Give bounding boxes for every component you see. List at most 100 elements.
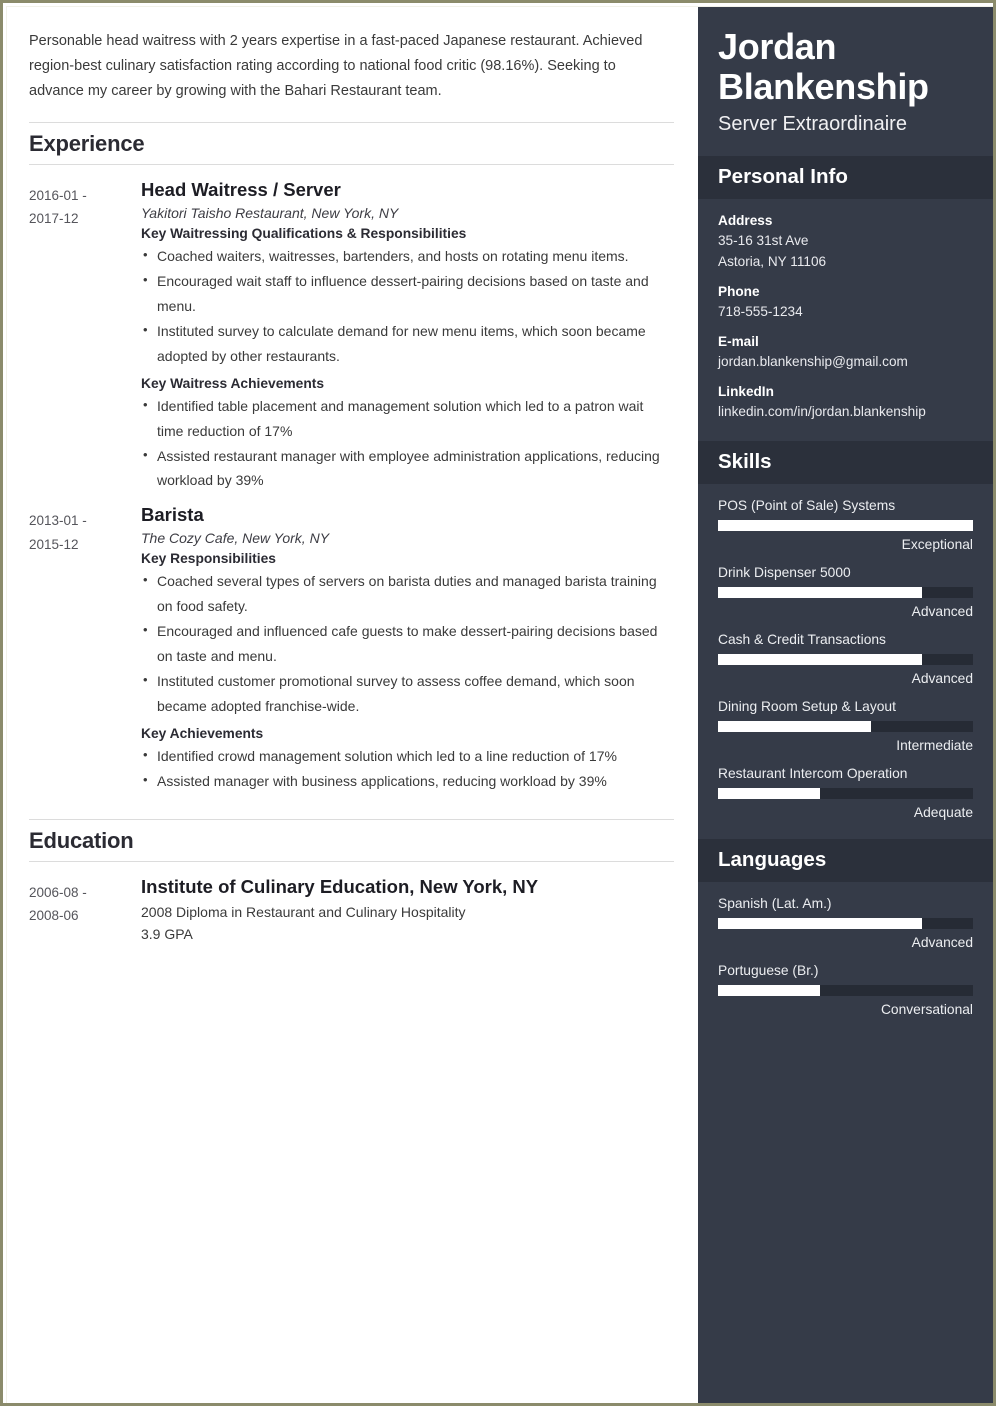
date-to: 2008-06: [29, 907, 79, 923]
skill-meter-fill: [718, 720, 871, 732]
language-level: Advanced: [911, 934, 973, 950]
job-bullet-list: Coached waiters, waitresses, bartenders,…: [141, 243, 666, 369]
language-item: Spanish (Lat. Am.) Advanced: [718, 896, 973, 950]
experience-body: Head Waitress / Server Yakitori Taisho R…: [141, 179, 674, 500]
personal-info-body: Address 35-16 31st Ave Astoria, NY 11106…: [698, 199, 993, 440]
degree-line: 2008 Diploma in Restaurant and Culinary …: [141, 903, 466, 920]
info-group-linkedin: LinkedIn linkedin.com/in/jordan.blankens…: [718, 384, 973, 422]
education-heading: Education: [29, 827, 134, 853]
info-group-phone: Phone 718-555-1234: [718, 284, 973, 322]
info-label: Address: [718, 213, 773, 229]
resume-page: Personable head waitress with 2 years ex…: [0, 0, 996, 1406]
language-name: Spanish (Lat. Am.): [718, 895, 832, 911]
skill-name: Drink Dispenser 5000: [718, 564, 851, 580]
skill-level: Advanced: [911, 603, 973, 619]
job-company: Yakitori Taisho Restaurant, New York, NY: [141, 205, 399, 222]
info-group-email: E-mail jordan.blankenship@gmail.com: [718, 334, 973, 372]
skill-name: Cash & Credit Transactions: [718, 631, 886, 647]
gpa-line: 3.9 GPA: [141, 926, 193, 943]
date-from: 2006-08 -: [29, 884, 87, 900]
experience-entry: 2013-01 - 2015-12 Barista The Cozy Cafe,…: [29, 504, 674, 800]
skill-meter: [718, 720, 973, 732]
skill-item: Cash & Credit Transactions Advanced: [718, 632, 973, 686]
info-label: LinkedIn: [718, 384, 774, 400]
skill-level: Adequate: [913, 804, 973, 820]
job-bullet: Encouraged wait staff to influence desse…: [141, 268, 666, 319]
skill-meter-fill: [718, 653, 922, 665]
skill-level: Exceptional: [901, 536, 973, 552]
job-bullet: Coached waiters, waitresses, bartenders,…: [141, 243, 666, 269]
skill-item: Drink Dispenser 5000 Advanced: [718, 565, 973, 619]
professional-summary: Personable head waitress with 2 years ex…: [29, 33, 643, 100]
skills-header: Skills: [698, 440, 993, 484]
date-from: 2016-01 -: [29, 188, 87, 204]
date-to: 2017-12: [29, 211, 79, 227]
languages-body: Spanish (Lat. Am.) Advanced Portuguese (…: [698, 882, 993, 1036]
education-section-header: Education: [29, 818, 674, 862]
job-title: Barista: [141, 504, 204, 526]
languages-heading: Languages: [718, 847, 827, 871]
experience-section-header: Experience: [29, 122, 674, 166]
info-value: 718-555-1234: [718, 304, 803, 320]
skill-meter: [718, 519, 973, 531]
job-company: The Cozy Cafe, New York, NY: [141, 530, 330, 547]
experience-body: Barista The Cozy Cafe, New York, NY Key …: [141, 504, 674, 800]
job-subheading: Key Waitress Achievements: [141, 375, 325, 391]
sidebar: Jordan Blankenship Server Extraordinaire…: [698, 7, 993, 1403]
sidebar-identity: Jordan Blankenship Server Extraordinaire: [698, 7, 993, 156]
skill-meter: [718, 787, 973, 799]
skill-name: Restaurant Intercom Operation: [718, 765, 908, 781]
job-bullet: Instituted survey to calculate demand fo…: [141, 318, 666, 369]
skill-level: Intermediate: [896, 737, 973, 753]
skill-meter: [718, 586, 973, 598]
resume-inner: Personable head waitress with 2 years ex…: [6, 6, 993, 1403]
language-name: Portuguese (Br.): [718, 962, 819, 978]
job-bullet: Identified table placement and managemen…: [141, 393, 666, 444]
skill-level: Advanced: [911, 670, 973, 686]
date-from: 2013-01 -: [29, 513, 87, 529]
skill-meter: [718, 653, 973, 665]
skill-name: POS (Point of Sale) Systems: [718, 497, 896, 513]
skill-item: Dining Room Setup & Layout Intermediate: [718, 699, 973, 753]
info-group-address: Address 35-16 31st Ave Astoria, NY 11106: [718, 213, 973, 272]
language-meter-fill: [718, 917, 922, 929]
job-title: Head Waitress / Server: [141, 179, 341, 201]
skill-name: Dining Room Setup & Layout: [718, 698, 896, 714]
skills-heading: Skills: [718, 449, 772, 473]
job-bullet: Instituted customer promotional survey t…: [141, 668, 666, 719]
job-bullet-list: Coached several types of servers on bari…: [141, 568, 666, 719]
job-subheading: Key Achievements: [141, 725, 264, 741]
skill-item: POS (Point of Sale) Systems Exceptional: [718, 498, 973, 552]
job-subheading: Key Responsibilities: [141, 551, 276, 567]
job-bullet: Assisted restaurant manager with employe…: [141, 443, 666, 494]
personal-info-heading: Personal Info: [718, 165, 848, 189]
job-bullet-list: Identified crowd management solution whi…: [141, 743, 666, 794]
job-bullet-list: Identified table placement and managemen…: [141, 393, 666, 494]
skill-meter-fill: [718, 519, 973, 531]
school-name: Institute of Culinary Education, New Yor…: [141, 875, 539, 897]
job-subheading: Key Waitressing Qualifications & Respons…: [141, 226, 467, 242]
job-bullet: Encouraged and influenced cafe guests to…: [141, 618, 666, 669]
main-column: Personable head waitress with 2 years ex…: [7, 7, 698, 1403]
skills-body: POS (Point of Sale) Systems Exceptional …: [698, 484, 993, 839]
job-bullet: Coached several types of servers on bari…: [141, 568, 666, 619]
skill-meter-fill: [718, 586, 922, 598]
info-value: Astoria, NY 11106: [718, 254, 827, 270]
experience-dates: 2016-01 - 2017-12: [29, 179, 141, 500]
education-dates: 2006-08 - 2008-06: [29, 876, 141, 946]
experience-heading: Experience: [29, 131, 145, 157]
skill-meter-fill: [718, 787, 820, 799]
job-bullet: Assisted manager with business applicati…: [141, 768, 666, 794]
language-meter: [718, 917, 973, 929]
skill-item: Restaurant Intercom Operation Adequate: [718, 766, 973, 820]
info-value[interactable]: jordan.blankenship@gmail.com: [718, 351, 973, 372]
job-bullet: Identified crowd management solution whi…: [141, 743, 666, 769]
languages-header: Languages: [698, 838, 993, 882]
candidate-role: Server Extraordinaire: [718, 113, 907, 136]
date-to: 2015-12: [29, 536, 79, 552]
info-value[interactable]: linkedin.com/in/jordan.blankenship: [718, 401, 973, 422]
education-entry: 2006-08 - 2008-06 Institute of Culinary …: [29, 876, 674, 946]
language-meter-fill: [718, 984, 820, 996]
personal-info-header: Personal Info: [698, 156, 993, 200]
